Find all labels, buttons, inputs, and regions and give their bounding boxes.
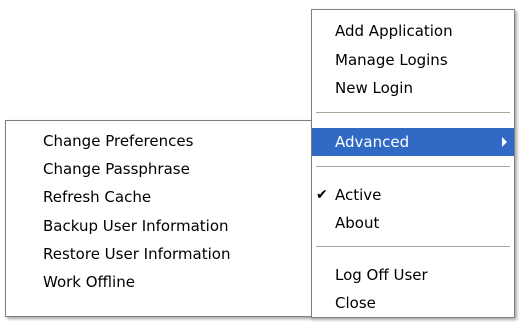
menu-item-label: Restore User Information bbox=[43, 245, 231, 263]
menu-item-label: Backup User Information bbox=[43, 217, 229, 235]
menu-item-label: Close bbox=[335, 294, 376, 312]
menu-item-add-application[interactable]: Add Application bbox=[312, 17, 514, 45]
context-menu: Add Application Manage Logins New Login … bbox=[311, 9, 515, 318]
menu-item-manage-logins[interactable]: Manage Logins bbox=[312, 46, 514, 74]
menu-item-log-off-user[interactable]: Log Off User bbox=[312, 261, 514, 289]
menu-item-label: New Login bbox=[335, 79, 413, 97]
menu-separator bbox=[316, 112, 510, 113]
menu-item-backup-user-information[interactable]: Backup User Information bbox=[6, 212, 311, 240]
menu-item-refresh-cache[interactable]: Refresh Cache bbox=[6, 183, 311, 211]
menu-separator bbox=[316, 246, 510, 247]
menu-item-label: About bbox=[335, 214, 380, 232]
menu-item-change-passphrase[interactable]: Change Passphrase bbox=[6, 155, 311, 183]
menu-item-label: Add Application bbox=[335, 22, 453, 40]
menu-item-close[interactable]: Close bbox=[312, 289, 514, 317]
screen: Change Preferences Change Passphrase Ref… bbox=[0, 0, 520, 322]
menu-item-label: Change Preferences bbox=[43, 132, 194, 150]
menu-item-label: Manage Logins bbox=[335, 51, 448, 69]
menu-separator bbox=[316, 166, 510, 167]
menu-item-label: Refresh Cache bbox=[43, 188, 152, 206]
submenu-arrow-icon bbox=[502, 137, 507, 147]
menu-item-change-preferences[interactable]: Change Preferences bbox=[6, 127, 311, 155]
checkmark-icon: ✔ bbox=[316, 187, 328, 203]
menu-item-label: Advanced bbox=[335, 133, 410, 151]
menu-item-label: Change Passphrase bbox=[43, 160, 190, 178]
advanced-submenu: Change Preferences Change Passphrase Ref… bbox=[5, 120, 312, 317]
menu-item-about[interactable]: About bbox=[312, 209, 514, 237]
menu-item-advanced[interactable]: Advanced bbox=[312, 128, 514, 156]
menu-item-new-login[interactable]: New Login bbox=[312, 74, 514, 102]
menu-item-label: Work Offline bbox=[43, 273, 135, 291]
menu-item-label: Active bbox=[335, 186, 382, 204]
menu-item-work-offline[interactable]: Work Offline bbox=[6, 268, 311, 296]
menu-item-restore-user-information[interactable]: Restore User Information bbox=[6, 240, 311, 268]
menu-item-label: Log Off User bbox=[335, 266, 428, 284]
menu-item-active[interactable]: ✔ Active bbox=[312, 181, 514, 209]
